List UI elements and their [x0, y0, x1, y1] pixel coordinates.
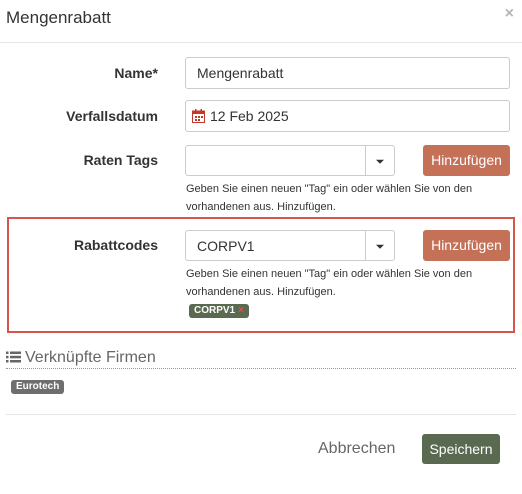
- dialog-header: Mengenrabatt ×: [0, 0, 522, 43]
- section-divider: [6, 368, 516, 369]
- rate-tags-dropdown-toggle[interactable]: [365, 146, 394, 175]
- list-icon: [6, 350, 21, 368]
- calendar-icon: [192, 109, 205, 123]
- footer-divider: [6, 414, 516, 415]
- cancel-button[interactable]: Abbrechen: [318, 440, 395, 458]
- expiry-value: 12 Feb 2025: [210, 108, 289, 124]
- tag-label: CORPV1: [194, 305, 236, 316]
- rate-tags-label: Raten Tags: [83, 152, 158, 168]
- help-line: vorhandenen aus. Hinzufügen.: [186, 201, 336, 213]
- linked-companies-title: Verknüpfte Firmen: [6, 349, 156, 368]
- help-line: Geben Sie einen neuen "Tag" ein oder wäh…: [186, 268, 473, 280]
- rate-tags-add-button[interactable]: Hinzufügen: [423, 145, 510, 176]
- chevron-down-icon: [376, 159, 384, 164]
- chevron-down-icon: [376, 244, 384, 249]
- company-tag: Eurotech: [11, 380, 65, 394]
- rate-tags-select[interactable]: [185, 145, 395, 176]
- linked-companies-label: Verknüpfte Firmen: [25, 349, 156, 366]
- rate-tags-help-text: Geben Sie einen neuen "Tag" ein oder wäh…: [186, 180, 486, 216]
- discount-codes-dropdown-toggle[interactable]: [365, 231, 394, 260]
- close-icon[interactable]: ×: [505, 5, 514, 23]
- save-button[interactable]: Speichern: [422, 434, 500, 464]
- discount-codes-add-button[interactable]: Hinzufügen: [423, 230, 510, 261]
- name-field[interactable]: Mengenrabatt: [185, 57, 510, 89]
- name-label: Name*: [114, 65, 158, 81]
- tag-label: Eurotech: [16, 381, 60, 392]
- discount-codes-label: Rabattcodes: [73, 237, 158, 253]
- discount-codes-select[interactable]: CORPV1: [185, 230, 395, 261]
- help-line: Geben Sie einen neuen "Tag" ein oder wäh…: [186, 183, 473, 195]
- expiry-label: Verfallsdatum: [66, 108, 158, 124]
- name-value: Mengenrabatt: [197, 65, 284, 81]
- tag-remove-icon[interactable]: ×: [238, 305, 244, 316]
- discount-code-tag: CORPV1 ×: [189, 304, 249, 318]
- expiry-date-field[interactable]: 12 Feb 2025: [185, 100, 510, 132]
- discount-codes-value: CORPV1: [197, 237, 255, 254]
- discount-codes-help-text: Geben Sie einen neuen "Tag" ein oder wäh…: [186, 265, 486, 301]
- dialog-title: Mengenrabatt: [6, 8, 111, 27]
- help-line: vorhandenen aus. Hinzufügen.: [186, 286, 336, 298]
